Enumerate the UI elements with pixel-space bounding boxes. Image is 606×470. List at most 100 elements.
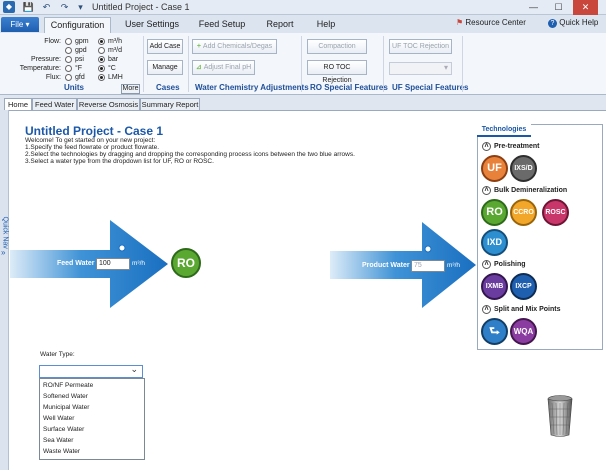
add-case-button[interactable]: Add Case bbox=[147, 39, 183, 54]
instruction-1: 1.Specify the feed flowrate or product f… bbox=[25, 144, 160, 151]
ro-special-group-label: RO Special Features bbox=[310, 83, 388, 92]
unit-label: Pressure: bbox=[31, 56, 61, 63]
water-type-option[interactable]: Softened Water bbox=[43, 393, 88, 400]
water-type-select[interactable] bbox=[39, 364, 143, 378]
feed-unit-label: m³/h bbox=[132, 260, 145, 267]
radio-celsius[interactable] bbox=[98, 65, 105, 72]
water-type-option[interactable]: Municipal Water bbox=[43, 404, 89, 411]
technologies-tab[interactable]: Technologies bbox=[477, 124, 531, 137]
ccro-tech-icon[interactable]: CCRO bbox=[510, 199, 537, 226]
plus-icon: + bbox=[196, 43, 201, 50]
close-button[interactable]: ✕ bbox=[573, 0, 598, 15]
adjust-final-ph-button[interactable]: ⊿ Adjust Final pH bbox=[192, 60, 255, 75]
unit-option: °F bbox=[75, 65, 83, 72]
ixmb-tech-icon[interactable]: IXMB bbox=[481, 273, 508, 300]
water-type-option[interactable]: Well Water bbox=[43, 415, 74, 422]
help-icon: ? bbox=[548, 19, 557, 28]
ro-process-icon[interactable]: RO bbox=[171, 248, 201, 278]
tab-feed-setup[interactable]: Feed Setup bbox=[194, 17, 250, 33]
ribbon-separator bbox=[462, 36, 463, 92]
ro-toc-rejection-button[interactable]: RO TOC Rejection bbox=[307, 60, 367, 84]
collapse-icon: ˄ bbox=[482, 142, 491, 151]
tab-summary-report[interactable]: Summary Report bbox=[140, 98, 200, 110]
manage-cases-button[interactable]: Manage bbox=[147, 60, 183, 75]
project-title: Untitled Project - Case 1 bbox=[25, 124, 164, 138]
water-type-options-list: RO/NF Permeate Softened Water Municipal … bbox=[39, 378, 145, 460]
uf-toc-rejection-button[interactable]: UF TOC Rejection bbox=[389, 39, 452, 54]
water-type-option[interactable]: Waste Water bbox=[43, 448, 80, 455]
customize-toolbar-icon[interactable]: ▾ bbox=[74, 1, 87, 14]
ribbon: Flow: gpm m³/h gpd m³/d Pressure: psi ba… bbox=[0, 33, 606, 95]
tab-configuration[interactable]: Configuration bbox=[44, 17, 111, 33]
expand-chevron-icon[interactable]: » bbox=[1, 248, 5, 257]
tab-feed-water[interactable]: Feed Water bbox=[32, 98, 77, 110]
uf-special-group-label: UF Special Features bbox=[392, 83, 469, 92]
ixcp-tech-icon[interactable]: IXCP bbox=[510, 273, 537, 300]
rosc-tech-icon[interactable]: ROSC bbox=[542, 199, 569, 226]
minimize-button[interactable]: — bbox=[521, 0, 546, 15]
quick-help-link[interactable]: ? Quick Help bbox=[548, 18, 598, 28]
trash-bin-icon[interactable] bbox=[547, 395, 573, 437]
water-type-label: Water Type: bbox=[40, 351, 75, 358]
radio-gpm[interactable] bbox=[65, 38, 72, 45]
ribbon-separator bbox=[301, 36, 302, 92]
product-water-input[interactable]: 75 bbox=[411, 260, 445, 272]
section-split-mix[interactable]: ˄ Split and Mix Points bbox=[482, 305, 561, 315]
radio-bar[interactable] bbox=[98, 56, 105, 63]
radio-psi[interactable] bbox=[65, 56, 72, 63]
section-title: Polishing bbox=[494, 261, 526, 268]
section-pretreatment[interactable]: ˄ Pre-treatment bbox=[482, 142, 540, 152]
unit-label: Flux: bbox=[45, 74, 61, 81]
section-bulk-demineralization[interactable]: ˄ Bulk Demineralization bbox=[482, 186, 567, 196]
split-point-icon[interactable]: ⮑ bbox=[481, 318, 508, 345]
radio-fahrenheit[interactable] bbox=[65, 65, 72, 72]
instruction-3: 3.Select a water type from the dropdown … bbox=[25, 158, 214, 165]
instruction-2: 2.Select the technologies by dragging an… bbox=[25, 151, 355, 158]
redo-icon[interactable]: ↷ bbox=[58, 1, 71, 14]
more-units-button[interactable]: More bbox=[121, 84, 140, 94]
unit-label: Flow: bbox=[44, 38, 61, 45]
radio-lmh[interactable] bbox=[98, 74, 105, 81]
tab-report[interactable]: Report bbox=[261, 17, 299, 33]
unit-option: gfd bbox=[75, 74, 85, 81]
unit-option: °C bbox=[108, 65, 116, 72]
app-icon[interactable]: ◆ bbox=[3, 1, 15, 13]
resource-center-link[interactable]: ⚑ Resource Center bbox=[456, 18, 526, 27]
ro-tech-icon[interactable]: RO bbox=[481, 199, 508, 226]
ixd-tech-icon[interactable]: IXD bbox=[481, 229, 508, 256]
file-menu-button[interactable]: File ▾ bbox=[1, 17, 39, 32]
quick-nav-panel[interactable]: Quick Nav » bbox=[0, 110, 9, 470]
unit-option: m³/d bbox=[108, 47, 122, 54]
uf-tech-icon[interactable]: UF bbox=[481, 155, 508, 182]
resource-center-label: Resource Center bbox=[465, 18, 526, 27]
tab-reverse-osmosis[interactable]: Reverse Osmosis bbox=[77, 98, 140, 110]
tab-user-settings[interactable]: User Settings bbox=[118, 17, 186, 33]
ribbon-tab-bar: File ▾ Configuration User Settings Feed … bbox=[0, 15, 606, 33]
ixsd-tech-icon[interactable]: IXS/D bbox=[510, 155, 537, 182]
ribbon-separator bbox=[143, 36, 144, 92]
water-type-option[interactable]: Sea Water bbox=[43, 437, 73, 444]
save-icon[interactable]: 💾 bbox=[22, 1, 35, 14]
window-title: Untitled Project - Case 1 bbox=[92, 2, 190, 12]
collapse-icon: ˄ bbox=[482, 305, 491, 314]
feed-water-input[interactable]: 100 bbox=[96, 258, 130, 270]
tab-help[interactable]: Help bbox=[311, 17, 341, 33]
add-chemicals-degas-button[interactable]: + Add Chemicals/Degas bbox=[192, 39, 277, 54]
compaction-button[interactable]: Compaction bbox=[307, 39, 367, 54]
radio-m3h[interactable] bbox=[98, 38, 105, 45]
maximize-button[interactable]: ☐ bbox=[546, 0, 571, 15]
page-tab-bar: Home Feed Water Reverse Osmosis Summary … bbox=[0, 97, 606, 111]
section-polishing[interactable]: ˄ Polishing bbox=[482, 260, 526, 270]
radio-m3d[interactable] bbox=[98, 47, 105, 54]
unit-option: gpm bbox=[75, 38, 89, 45]
wqa-tech-icon[interactable]: WQA bbox=[510, 318, 537, 345]
collapse-icon: ˄ bbox=[482, 186, 491, 195]
water-type-option[interactable]: Surface Water bbox=[43, 426, 84, 433]
uf-options-select[interactable] bbox=[389, 62, 452, 75]
unit-label: Temperature: bbox=[19, 65, 61, 72]
add-chemicals-label: Add Chemicals/Degas bbox=[202, 43, 273, 50]
undo-icon[interactable]: ↶ bbox=[40, 1, 53, 14]
radio-gpd[interactable] bbox=[65, 47, 72, 54]
water-type-option[interactable]: RO/NF Permeate bbox=[43, 382, 93, 389]
radio-gfd[interactable] bbox=[65, 74, 72, 81]
